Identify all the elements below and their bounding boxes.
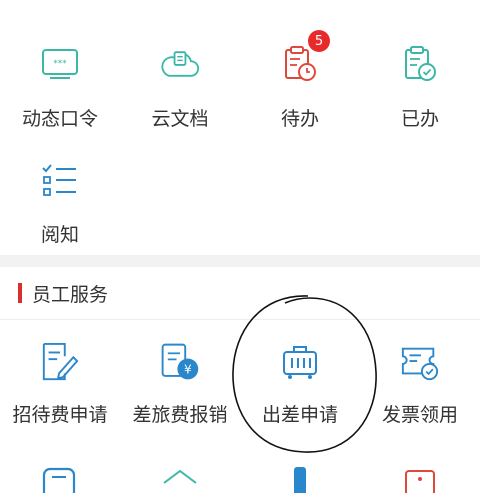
service-item-partial[interactable] [240,458,360,498]
done-clipboard-icon [400,44,440,84]
grid-item-dynamic-password[interactable]: *** 动态口令 [0,44,120,131]
svg-text:¥: ¥ [184,362,192,376]
employee-services-grid-row2 [0,458,480,498]
quick-access-grid-row2: 阅知 [0,160,480,247]
house-icon [160,458,200,498]
grid-item-label: 待办 [280,108,319,130]
grid-item-label: 动态口令 [21,108,98,130]
service-label: 发票领用 [381,404,458,426]
svg-text:***: *** [53,59,67,69]
hand-drawn-circle-annotation [232,295,377,453]
service-item-partial[interactable] [120,458,240,498]
grid-item-label: 已办 [400,108,439,130]
document-icon [40,458,80,498]
travel-expense-icon: ¥ [160,342,200,382]
grid-item-read[interactable]: 阅知 [0,160,120,247]
read-list-icon [40,160,80,200]
dynamic-password-icon: *** [40,44,80,84]
hospitality-request-icon [40,342,80,382]
section-divider [0,255,480,267]
service-label: 招待费申请 [12,404,108,426]
todo-count-badge: 5 [308,30,330,52]
service-travel-expense[interactable]: ¥ 差旅费报销 [120,342,240,427]
section-accent-bar [18,283,22,303]
grid-item-label: 云文档 [151,108,209,130]
grid-item-done[interactable]: 已办 [360,44,480,131]
id-card-icon [400,458,440,498]
section-title: 员工服务 [32,284,109,306]
invoice-icon [400,342,440,382]
service-hospitality-request[interactable]: 招待费申请 [0,342,120,427]
phone-icon [280,458,320,498]
quick-access-grid: *** 动态口令 云文档 5 待办 已办 [0,30,480,131]
service-item-partial[interactable] [0,458,120,498]
todo-clipboard-icon: 5 [280,30,330,84]
service-item-partial[interactable] [360,458,480,498]
cloud-document-icon [160,44,200,84]
grid-item-cloud-document[interactable]: 云文档 [120,44,240,131]
grid-item-todo[interactable]: 5 待办 [240,30,360,131]
service-label: 差旅费报销 [132,404,228,426]
grid-item-label: 阅知 [40,224,79,246]
